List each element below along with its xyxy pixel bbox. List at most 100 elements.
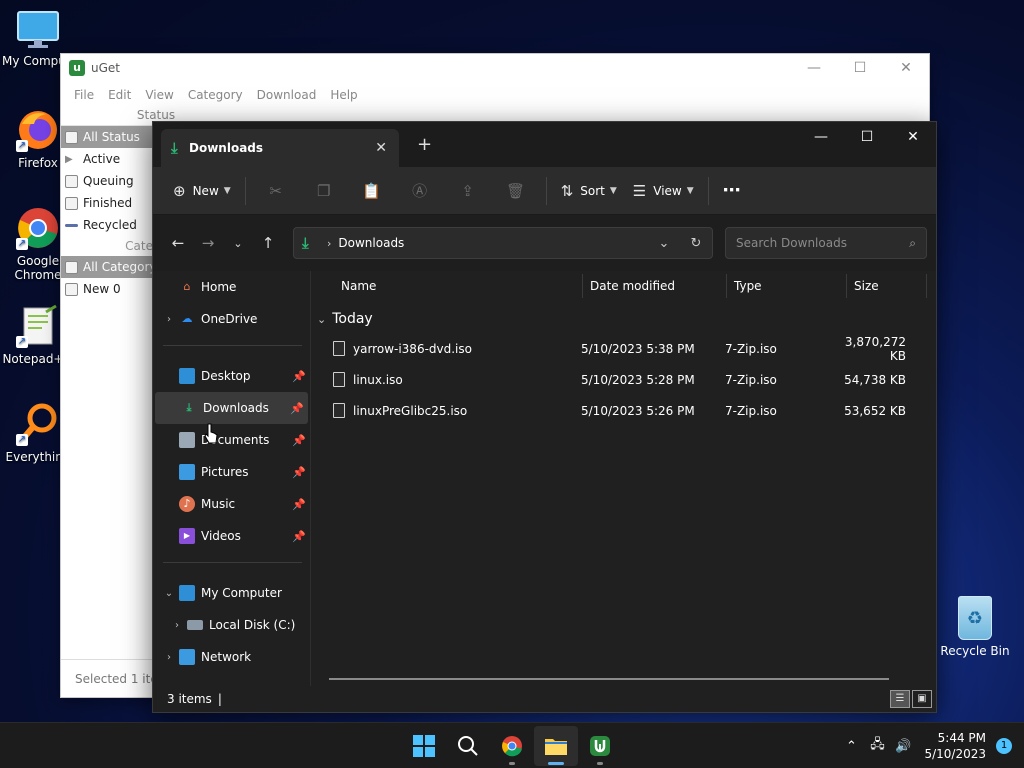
horizontal-scrollbar[interactable] [329, 678, 889, 680]
explorer-titlebar[interactable]: ⤓ Downloads ✕ + — ☐ ✕ [153, 122, 936, 167]
file-row[interactable]: linuxPreGlibc25.iso 5/10/2023 5:26 PM 7-… [311, 395, 936, 426]
address-bar[interactable]: ⤓ › Downloads ⌄ ↻ [293, 227, 713, 259]
column-date-modified[interactable]: Date modified [583, 274, 727, 298]
column-size[interactable]: Size [847, 274, 927, 298]
nav-local-disk[interactable]: › Local Disk (C:) [153, 609, 310, 641]
back-arrow-icon[interactable]: ← [163, 234, 193, 252]
nav-home[interactable]: ⌂ Home [153, 271, 310, 303]
uget-titlebar[interactable]: u uGet — ☐ ✕ [61, 54, 929, 82]
windows-logo-icon [413, 735, 435, 757]
system-tray: ⌃ 🖧 🔊 5:44 PM 5/10/2023 1 [838, 723, 1024, 768]
menu-file[interactable]: File [67, 88, 101, 102]
download-icon: ⤓ [186, 401, 192, 414]
address-dropdown-icon[interactable]: ⌄ [648, 236, 680, 251]
desktop-icon-recycle-bin[interactable]: ♻ Recycle Bin [940, 596, 1010, 658]
chevron-right-icon[interactable]: › [159, 652, 179, 663]
nav-music[interactable]: ♪ Music 📌 [153, 488, 310, 520]
more-options-button[interactable]: ⋯ [715, 175, 749, 207]
nav-network[interactable]: › Network [153, 641, 310, 673]
notification-badge[interactable]: 1 [996, 738, 1012, 754]
chevron-right-icon[interactable]: › [159, 314, 179, 325]
rename-icon[interactable]: Ⓐ [396, 180, 444, 201]
text-caret: | [217, 692, 222, 706]
nav-pictures[interactable]: Pictures 📌 [153, 456, 310, 488]
share-icon[interactable]: ⇪ [444, 182, 492, 200]
minimize-button[interactable]: — [791, 60, 837, 76]
menu-download[interactable]: Download [250, 88, 324, 102]
menu-category[interactable]: Category [181, 88, 250, 102]
new-tab-button[interactable]: + [417, 134, 432, 155]
minimize-button[interactable]: — [798, 122, 844, 152]
column-name[interactable]: Name [311, 274, 583, 298]
sort-button[interactable]: ⇅ Sort ▼ [553, 175, 625, 207]
category-new[interactable]: New 0 [61, 278, 153, 300]
new-button[interactable]: ⊕ New ▼ [165, 175, 239, 207]
cut-icon[interactable]: ✂ [252, 182, 300, 200]
close-button[interactable]: ✕ [890, 122, 936, 152]
maximize-button[interactable]: ☐ [837, 60, 883, 76]
group-today[interactable]: ⌄ Today [311, 305, 936, 333]
category-all[interactable]: All Category [61, 256, 153, 278]
pin-icon: 📌 [292, 465, 306, 479]
volume-icon[interactable]: 🔊 [890, 739, 916, 754]
menu-edit[interactable]: Edit [101, 88, 138, 102]
pin-icon: 📌 [290, 401, 304, 415]
close-button[interactable]: ✕ [883, 60, 929, 76]
clock[interactable]: 5:44 PM 5/10/2023 [924, 730, 986, 762]
taskbar-uget[interactable] [578, 726, 622, 766]
paste-icon[interactable]: 📋 [348, 182, 396, 200]
forward-arrow-icon[interactable]: → [193, 234, 223, 252]
file-row[interactable]: linux.iso 5/10/2023 5:28 PM 7-Zip.iso 54… [311, 364, 936, 395]
shortcut-arrow-icon: ↗ [16, 238, 28, 250]
menu-help[interactable]: Help [323, 88, 364, 102]
status-queuing[interactable]: Queuing [61, 170, 153, 192]
column-type[interactable]: Type [727, 274, 847, 298]
nav-desktop[interactable]: Desktop 📌 [153, 360, 310, 392]
status-recycled[interactable]: Recycled [61, 214, 153, 236]
cloud-icon: ☁ [181, 312, 193, 325]
chrome-icon [502, 736, 522, 757]
folder-icon [545, 739, 567, 755]
everything-search-icon: ↗ [16, 402, 60, 446]
copy-icon[interactable]: ❐ [300, 182, 348, 200]
search-button[interactable] [446, 726, 490, 766]
item-count: 3 items [167, 692, 212, 706]
nav-documents[interactable]: Documents 📌 [153, 424, 310, 456]
up-arrow-icon[interactable]: ↑ [253, 234, 283, 252]
nav-divider [163, 562, 302, 563]
chevron-right-icon[interactable]: › [167, 620, 187, 631]
toolbar-divider [244, 176, 246, 205]
recent-locations-chevron-icon[interactable]: ⌄ [223, 237, 253, 250]
close-tab-button[interactable]: ✕ [375, 140, 387, 156]
search-input[interactable]: Search Downloads ⌕ [725, 227, 927, 259]
tab-downloads[interactable]: ⤓ Downloads ✕ [161, 129, 399, 167]
taskbar-file-explorer[interactable] [534, 726, 578, 766]
status-finished[interactable]: Finished [61, 192, 153, 214]
nav-divider [163, 345, 302, 346]
nav-videos[interactable]: ▶ Videos 📌 [153, 520, 310, 552]
nav-my-computer[interactable]: ⌄ My Computer [153, 577, 310, 609]
menu-view[interactable]: View [138, 88, 180, 102]
status-active[interactable]: ▶ Active [61, 148, 153, 170]
nav-downloads[interactable]: ⤓ Downloads 📌 [155, 392, 308, 424]
recycled-icon [65, 223, 78, 227]
tiles-view-icon[interactable]: ▣ [912, 690, 932, 708]
file-row[interactable]: yarrow-i386-dvd.iso 5/10/2023 5:38 PM 7-… [311, 333, 936, 364]
status-all[interactable]: All Status [61, 126, 153, 148]
start-button[interactable] [402, 726, 446, 766]
file-explorer-window[interactable]: ⤓ Downloads ✕ + — ☐ ✕ ⊕ New ▼ ✂ ❐ 📋 Ⓐ ⇪ … [152, 121, 937, 713]
chevron-down-icon[interactable]: ⌄ [159, 588, 179, 599]
network-icon[interactable]: 🖧 [864, 735, 890, 757]
breadcrumb-downloads[interactable]: Downloads [338, 236, 404, 250]
view-button[interactable]: ☰ View ▼ [625, 175, 702, 207]
chevron-down-icon: ▼ [223, 185, 231, 196]
music-icon: ♪ [179, 496, 195, 512]
nav-onedrive[interactable]: › ☁ OneDrive [153, 303, 310, 335]
details-view-icon[interactable]: ☰ [890, 690, 910, 708]
chevron-up-icon[interactable]: ⌃ [838, 739, 864, 754]
delete-icon[interactable]: 🗑 [492, 182, 540, 200]
pin-icon: 📌 [292, 497, 306, 511]
taskbar-chrome[interactable] [490, 726, 534, 766]
maximize-button[interactable]: ☐ [844, 122, 890, 152]
refresh-icon[interactable]: ↻ [680, 236, 712, 251]
